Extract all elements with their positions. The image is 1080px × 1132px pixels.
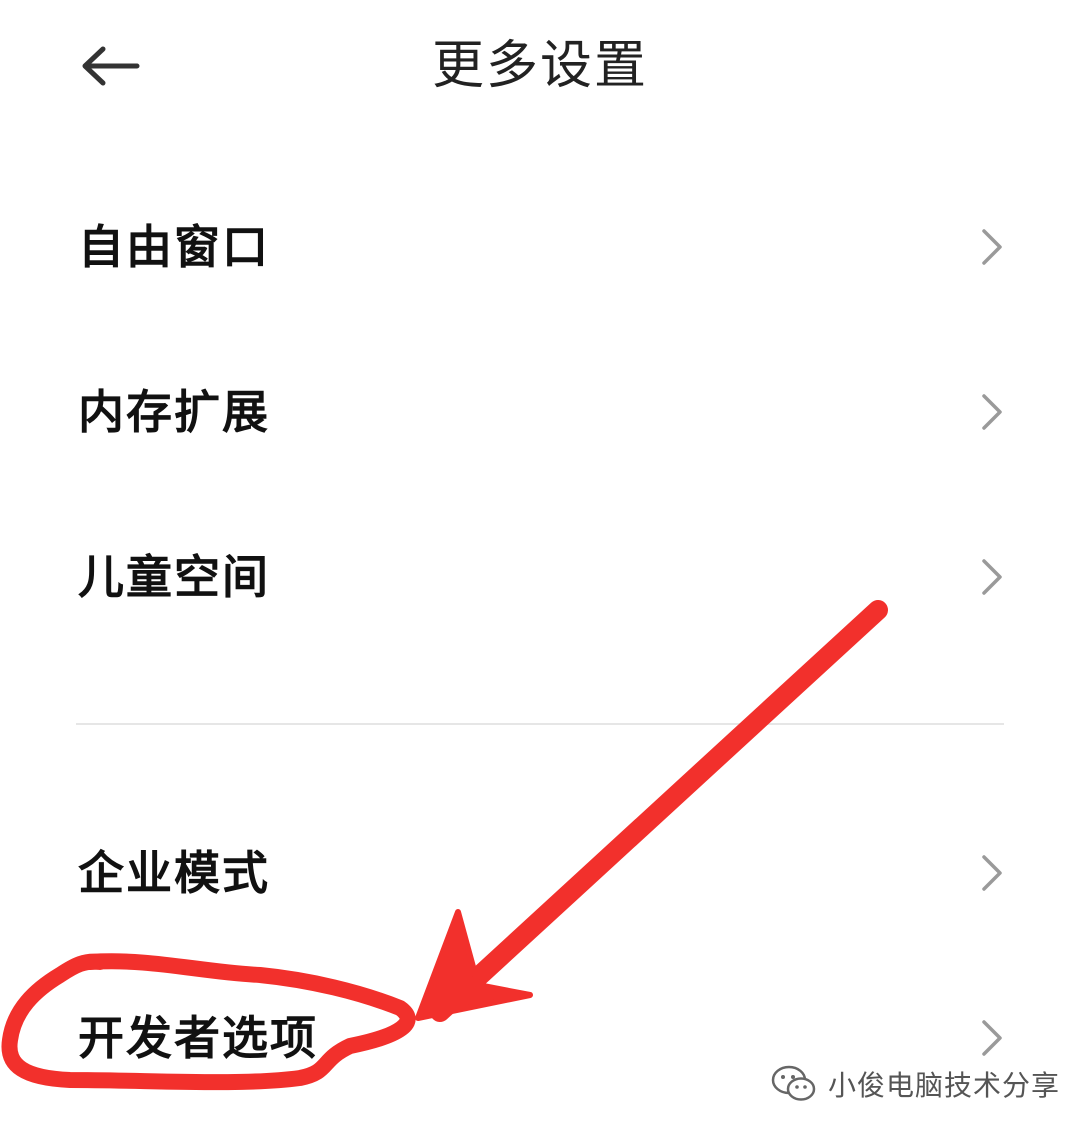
settings-item-memory-extension[interactable]: 内存扩展 — [0, 347, 1080, 477]
chevron-right-icon — [982, 559, 1002, 595]
settings-item-label: 开发者选项 — [78, 1011, 318, 1065]
settings-item-free-window[interactable]: 自由窗口 — [0, 182, 1080, 312]
chevron-right-icon — [982, 394, 1002, 430]
chevron-right-icon — [982, 1020, 1002, 1056]
wechat-icon — [771, 1065, 816, 1101]
settings-item-label: 企业模式 — [78, 846, 270, 900]
watermark-text: 小俊电脑技术分享 — [828, 1069, 1061, 1102]
settings-item-enterprise-mode[interactable]: 企业模式 — [0, 808, 1080, 938]
settings-item-label: 内存扩展 — [78, 385, 270, 439]
settings-item-label: 儿童空间 — [78, 550, 270, 604]
chevron-right-icon — [982, 855, 1002, 891]
chevron-right-icon — [982, 229, 1002, 265]
header-bar: 更多设置 — [0, 0, 1080, 130]
settings-item-label: 自由窗口 — [78, 220, 270, 274]
settings-item-kids-space[interactable]: 儿童空间 — [0, 512, 1080, 642]
page-title: 更多设置 — [431, 36, 648, 96]
watermark: 小俊电脑技术分享 — [770, 1060, 1060, 1108]
section-divider — [76, 723, 1004, 725]
